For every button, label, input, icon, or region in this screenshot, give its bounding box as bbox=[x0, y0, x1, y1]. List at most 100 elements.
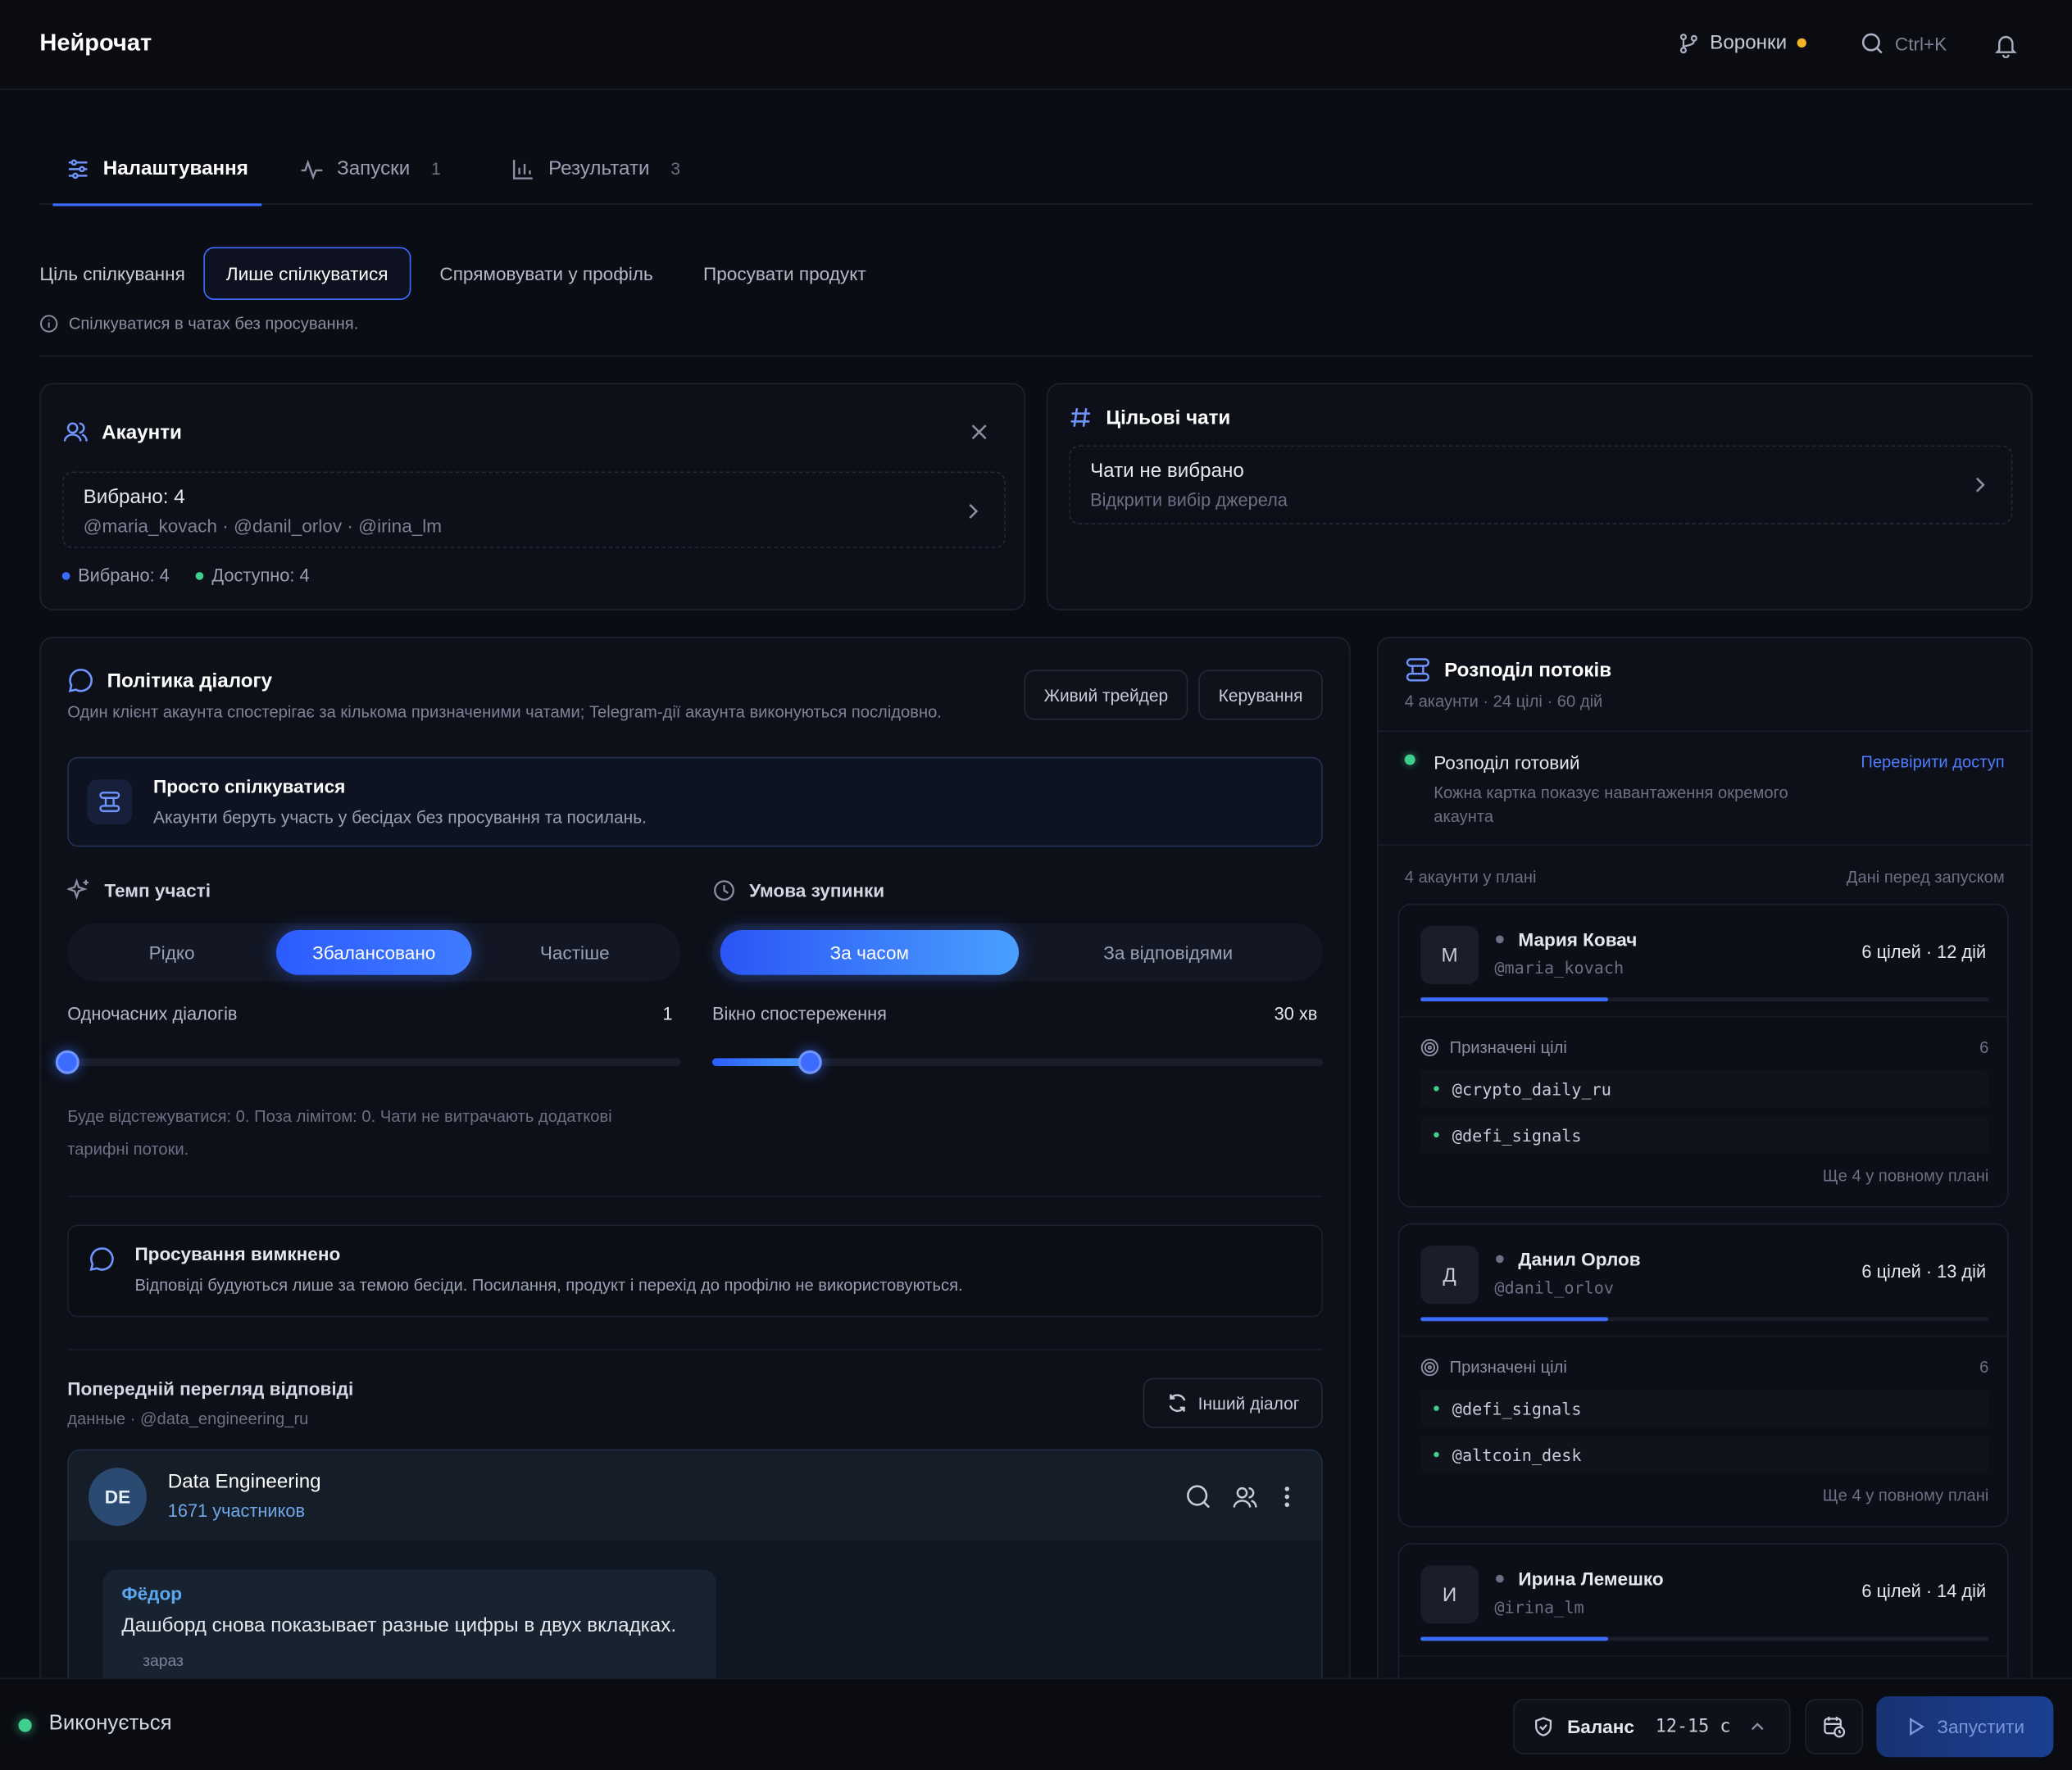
run-button[interactable]: Запустити bbox=[1876, 1696, 2054, 1758]
targets-label: Призначені цілі bbox=[1420, 1038, 1567, 1057]
account-name: Данил Орлов bbox=[1518, 1248, 1641, 1270]
accounts-card: Акаунти Вибрано: 4 @maria_kovach · @dani… bbox=[39, 383, 1026, 610]
accounts-handles: @maria_kovach · @danil_orlov · @irina_lm bbox=[83, 515, 443, 537]
pace-selector: Рідко Збалансовано Частіше bbox=[67, 923, 681, 982]
goal-hint-text: Спілкуватися в чатах без просування. bbox=[68, 314, 359, 334]
accounts-title-text: Акаунти bbox=[102, 420, 182, 443]
plan-label: 4 акаунти у плані bbox=[1404, 868, 1537, 887]
divider bbox=[1378, 844, 2031, 846]
manage-button[interactable]: Керування bbox=[1198, 669, 1323, 720]
more-targets: Ще 4 у повному плані bbox=[1822, 1486, 1989, 1505]
search-shortcut: Ctrl+K bbox=[1894, 33, 1947, 55]
goal-option-profile[interactable]: Спрямовувати у профіль bbox=[419, 247, 675, 299]
pace-label-text: Темп участі bbox=[104, 879, 211, 901]
accounts-picker[interactable]: Вибрано: 4 @maria_kovach · @danil_orlov … bbox=[61, 471, 1006, 549]
goal-label: Ціль спілкування bbox=[39, 262, 185, 284]
chat-preview: DE Data Engineering 1671 участников Фёдо… bbox=[67, 1449, 1323, 1680]
balance-widget[interactable]: Баланс 12-15 с bbox=[1512, 1699, 1791, 1755]
account-handle: @irina_lm bbox=[1494, 1597, 1584, 1618]
close-icon[interactable] bbox=[969, 421, 990, 442]
account-load-track bbox=[1420, 997, 1989, 1002]
chat-name: Data Engineering bbox=[167, 1470, 321, 1493]
funnels-button[interactable]: Воронки bbox=[1678, 31, 1807, 55]
account-stats: 6 цілей · 14 дій bbox=[1861, 1581, 1987, 1601]
chat-bubble-icon bbox=[89, 1246, 115, 1272]
pace-option-frequent[interactable]: Частіше bbox=[477, 930, 673, 975]
main-tabs: Налаштування Запуски 1 Результати 3 bbox=[39, 132, 2033, 206]
goal-option-promote[interactable]: Просувати продукт bbox=[682, 247, 887, 299]
preview-title: Попередній перегляд відповіді bbox=[67, 1377, 354, 1400]
targets-count: 6 bbox=[1979, 1358, 1989, 1377]
schedule-button[interactable] bbox=[1805, 1699, 1864, 1755]
search-button[interactable]: Ctrl+K bbox=[1861, 32, 1947, 56]
target-item[interactable]: @defi_signals bbox=[1420, 1390, 1989, 1427]
check-access-link[interactable]: Перевірити доступ bbox=[1852, 753, 2004, 772]
search-icon bbox=[1861, 32, 1884, 56]
other-dialog-label: Інший діалог bbox=[1197, 1393, 1300, 1414]
chat-members: 1671 участников bbox=[167, 1500, 306, 1521]
legend-available: Доступно: 4 bbox=[211, 565, 310, 586]
target-chats-title-text: Цільові чати bbox=[1106, 406, 1231, 429]
mode-subtitle: Акаунти беруть участь у бесідах без прос… bbox=[153, 807, 647, 828]
window-slider-handle[interactable] bbox=[797, 1050, 822, 1074]
account-stats: 6 цілей · 13 дій bbox=[1861, 1261, 1987, 1282]
more-targets: Ще 4 у повному плані bbox=[1822, 1166, 1989, 1186]
targets-label: Призначені цілі bbox=[1420, 1358, 1567, 1377]
promo-title: Просування вимкнено bbox=[134, 1243, 341, 1264]
live-trader-button[interactable]: Живий трейдер bbox=[1024, 669, 1188, 720]
bottom-bar: Виконується Баланс 12-15 с Запустити bbox=[0, 1677, 2072, 1770]
info-icon bbox=[39, 315, 58, 334]
distribution-meta: 4 акаунти · 24 цілі · 60 дій bbox=[1404, 692, 1603, 711]
legend-selected: Вибрано: 4 bbox=[78, 565, 170, 586]
chat-message: Фёдор Дашборд снова показывает разные ци… bbox=[102, 1569, 716, 1680]
accounts-legend: Вибрано: 4 Доступно: 4 bbox=[61, 565, 310, 586]
account-status-dot bbox=[1496, 935, 1504, 944]
ready-title: Розподіл готовий bbox=[1434, 751, 1580, 774]
pace-option-balanced[interactable]: Збалансовано bbox=[275, 929, 472, 975]
run-button-label: Запустити bbox=[1937, 1716, 2024, 1738]
legend-dot-available bbox=[196, 571, 204, 579]
funnels-label: Воронки bbox=[1710, 31, 1788, 55]
stop-option-replies[interactable]: За відповідями bbox=[1021, 930, 1315, 975]
target-chats-card: Цільові чати Чати не вибрано Відкрити ви… bbox=[1046, 383, 2033, 610]
target-chats-empty-title: Чати не вибрано bbox=[1090, 460, 1244, 483]
accounts-title: Акаунти bbox=[62, 419, 182, 445]
account-card: И Ирина Лемешко @irina_lm 6 цілей · 14 д… bbox=[1397, 1543, 2009, 1678]
other-dialog-button[interactable]: Інший діалог bbox=[1143, 1377, 1323, 1428]
concurrent-slider-handle[interactable] bbox=[55, 1050, 80, 1074]
target-item[interactable]: @altcoin_desk bbox=[1420, 1436, 1989, 1473]
tab-results[interactable]: Результати 3 bbox=[511, 132, 680, 205]
window-label: Вікно спостереження bbox=[711, 1004, 887, 1024]
pace-option-rare[interactable]: Рідко bbox=[74, 930, 270, 975]
goal-option-chat-only[interactable]: Лише спілкуватися bbox=[203, 247, 411, 300]
users-icon bbox=[62, 419, 89, 445]
play-icon bbox=[1906, 1716, 1927, 1737]
divider bbox=[67, 1196, 1323, 1197]
bell-icon[interactable] bbox=[1992, 32, 2019, 58]
target-icon bbox=[1420, 1358, 1439, 1377]
clock-icon bbox=[712, 878, 736, 902]
account-load-track bbox=[1420, 1636, 1989, 1641]
tab-runs[interactable]: Запуски 1 bbox=[300, 132, 441, 205]
tab-runs-label: Запуски bbox=[337, 157, 411, 180]
legend-dot-selected bbox=[61, 571, 70, 579]
shield-icon bbox=[1533, 1716, 1554, 1737]
stop-option-time[interactable]: За часом bbox=[720, 929, 1020, 975]
window-track-fill bbox=[711, 1058, 811, 1067]
members-icon[interactable] bbox=[1232, 1484, 1258, 1510]
preview-meta: данные · @data_engineering_ru bbox=[67, 1409, 309, 1428]
policy-subtitle: Один клієнт акаунта спостерігає за кільк… bbox=[67, 702, 942, 722]
more-vertical-icon[interactable] bbox=[1282, 1484, 1293, 1510]
target-item[interactable]: @defi_signals bbox=[1420, 1116, 1989, 1154]
search-icon[interactable] bbox=[1185, 1484, 1211, 1510]
message-text: Дашборд снова показывает разные цифры в … bbox=[121, 1614, 677, 1637]
tab-settings[interactable]: Налаштування bbox=[52, 132, 261, 206]
chevron-up-icon bbox=[1749, 1718, 1765, 1734]
sparkle-icon bbox=[67, 878, 91, 902]
target-item[interactable]: @crypto_daily_ru bbox=[1420, 1069, 1989, 1108]
route-icon bbox=[87, 779, 133, 825]
target-chats-picker[interactable]: Чати не вибрано Відкрити вибір джерела bbox=[1069, 445, 2013, 525]
account-status-dot bbox=[1496, 1255, 1504, 1264]
stop-label: Умова зупинки bbox=[712, 878, 884, 902]
plan-right: Дані перед запуском bbox=[1846, 868, 2005, 887]
